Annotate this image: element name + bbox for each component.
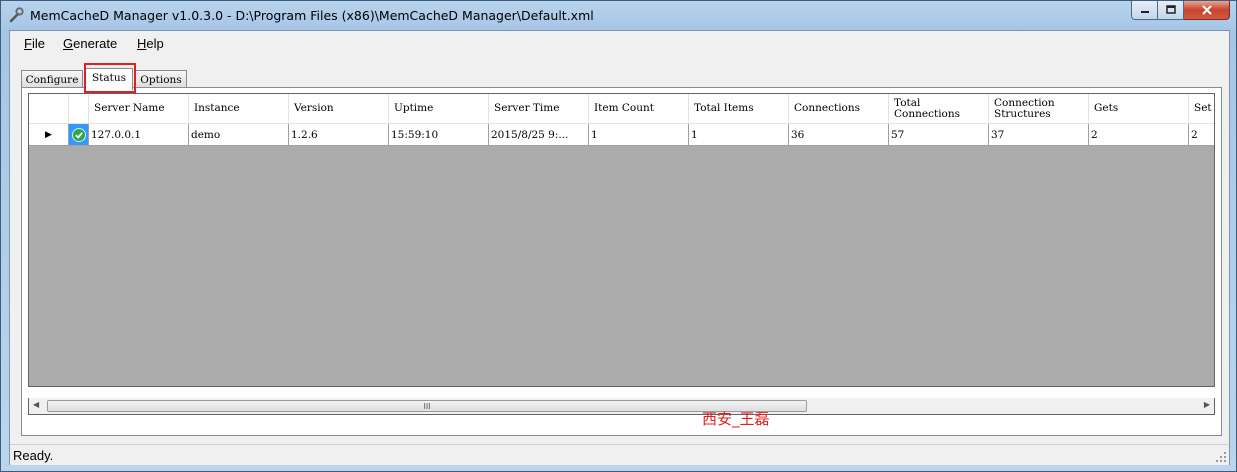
cell-item-count: 1 (589, 124, 689, 146)
scroll-thumb[interactable]: III (47, 400, 807, 412)
column-header-gets[interactable]: Gets (1089, 94, 1189, 124)
menu-help[interactable]: Help (137, 36, 164, 51)
column-header-uptime[interactable]: Uptime (389, 94, 489, 124)
cell-connections: 36 (789, 124, 889, 146)
menu-generate[interactable]: Generate (63, 36, 117, 51)
tab-configure-label: Configure (25, 74, 79, 86)
scroll-thumb-grip: III (423, 401, 431, 411)
window-title: MemCacheD Manager v1.0.3.0 - D:\Program … (30, 8, 594, 23)
tab-options[interactable]: Options (135, 70, 187, 88)
column-header-item-count[interactable]: Item Count (589, 94, 689, 124)
cell-server-name: 127.0.0.1 (89, 124, 189, 146)
watermark-text: 西安_王磊 (702, 410, 770, 428)
title-bar[interactable]: MemCacheD Manager v1.0.3.0 - D:\Program … (1, 1, 1236, 29)
column-header-status[interactable] (69, 94, 89, 124)
servers-grid[interactable]: Server Name Instance Version Uptime Serv… (28, 93, 1215, 387)
column-header-instance[interactable]: Instance (189, 94, 289, 124)
cell-sets: 2 (1189, 124, 1214, 146)
app-window: MemCacheD Manager v1.0.3.0 - D:\Program … (0, 0, 1237, 472)
column-header-sets[interactable]: Set (1189, 94, 1214, 124)
column-header-connections[interactable]: Connections (789, 94, 889, 124)
cell-connection-structures: 37 (989, 124, 1089, 146)
client-area: File Generate Help Configure Status Opti… (9, 30, 1230, 465)
maximize-button[interactable] (1158, 1, 1184, 20)
status-tab-page: Server Name Instance Version Uptime Serv… (21, 87, 1222, 436)
grid-header: Server Name Instance Version Uptime Serv… (29, 94, 1214, 124)
column-header-total-connections[interactable]: Total Connections (889, 94, 989, 124)
row-status-cell (69, 124, 89, 146)
cell-instance: demo (189, 124, 289, 146)
menu-bar: File Generate Help (10, 31, 1229, 55)
column-header-selector[interactable] (29, 94, 69, 124)
wrench-icon (9, 7, 24, 23)
cell-total-connections: 57 (889, 124, 989, 146)
cell-gets: 2 (1089, 124, 1189, 146)
row-selector[interactable]: ▶ (29, 124, 69, 146)
status-text: Ready. (13, 448, 54, 463)
column-header-connection-structures[interactable]: Connection Structures (989, 94, 1089, 124)
cell-uptime: 15:59:10 (389, 124, 489, 146)
scroll-left-icon[interactable]: ◀ (33, 400, 39, 409)
scroll-right-icon[interactable]: ▶ (1204, 400, 1210, 409)
column-header-total-items[interactable]: Total Items (689, 94, 789, 124)
cell-version: 1.2.6 (289, 124, 389, 146)
cell-server-time: 2015/8/25 9:... (489, 124, 589, 146)
menu-file[interactable]: File (24, 36, 45, 51)
tab-configure[interactable]: Configure (21, 70, 83, 88)
close-icon (1201, 5, 1212, 15)
cell-total-items: 1 (689, 124, 789, 146)
column-header-server-time[interactable]: Server Time (489, 94, 589, 124)
column-header-version[interactable]: Version (289, 94, 389, 124)
horizontal-scrollbar[interactable]: ◀ III ▶ (28, 398, 1215, 415)
status-bar: Ready. (10, 444, 1229, 465)
close-button[interactable] (1184, 1, 1230, 20)
maximize-icon (1165, 5, 1176, 14)
check-circle-icon (71, 127, 86, 142)
resize-grip-icon[interactable] (1215, 451, 1227, 463)
tab-options-label: Options (140, 74, 182, 86)
column-header-server-name[interactable]: Server Name (89, 94, 189, 124)
status-tab-highlight (84, 63, 136, 93)
minimize-icon (1140, 11, 1149, 13)
minimize-button[interactable] (1131, 1, 1158, 20)
table-row[interactable]: ▶ 127.0.0.1 demo 1.2.6 15:59:10 2015/8/2… (29, 124, 1214, 146)
